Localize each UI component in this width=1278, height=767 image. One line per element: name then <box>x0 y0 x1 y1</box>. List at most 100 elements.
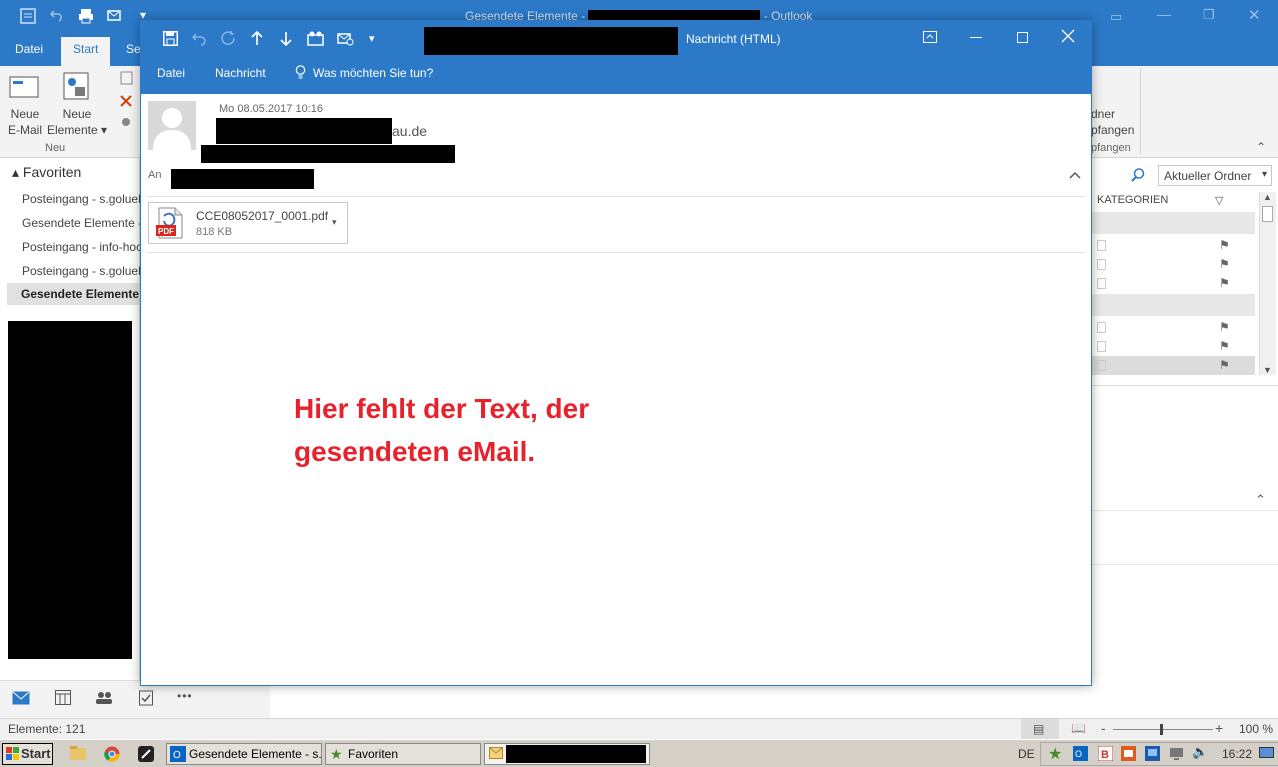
outlook-app-icon[interactable] <box>20 8 36 24</box>
favorite-item-selected[interactable]: Gesendete Elemente <box>7 283 140 305</box>
tab-datei[interactable]: Datei <box>157 66 185 80</box>
close-icon[interactable] <box>1061 29 1075 43</box>
tasks-icon[interactable] <box>139 689 153 706</box>
category-box[interactable] <box>1097 278 1106 289</box>
annotation-note: Hier fehlt der Text, der gesendeten eMai… <box>294 387 674 473</box>
tray-b-icon[interactable]: B <box>1098 746 1113 761</box>
next-item-icon[interactable] <box>279 31 293 46</box>
clock[interactable]: 16:22 <box>1222 747 1252 761</box>
show-desktop-icon[interactable] <box>1259 746 1274 761</box>
ignore-icon[interactable] <box>118 70 136 130</box>
category-box[interactable] <box>1097 360 1106 371</box>
app-icon[interactable] <box>138 746 154 762</box>
restore-icon[interactable]: ❐ <box>1203 7 1215 23</box>
selected-row[interactable] <box>1091 356 1255 375</box>
undo-icon[interactable] <box>50 8 64 22</box>
save-icon[interactable] <box>163 31 178 46</box>
attachment-divider <box>147 252 1085 253</box>
zoom-slider-track[interactable] <box>1113 729 1213 730</box>
send-receive-icon[interactable] <box>337 31 354 46</box>
search-icon[interactable] <box>1131 168 1145 182</box>
favorite-item[interactable]: Gesendete Elemente - <box>22 216 140 230</box>
new-email-button[interactable]: Neue E-Mail <box>4 106 46 138</box>
people-icon[interactable] <box>95 690 113 705</box>
annotation-line-1: Hier fehlt der Text, der <box>294 393 590 424</box>
new-items-button[interactable]: Neue Elemente ▾ <box>46 106 108 138</box>
column-header-categories[interactable]: KATEGORIEN <box>1097 194 1168 206</box>
print-icon[interactable] <box>78 8 94 24</box>
tell-me-box[interactable]: Was möchten Sie tun? <box>295 65 433 80</box>
filter-icon[interactable]: ▽ <box>1215 194 1223 207</box>
undo-icon[interactable] <box>192 31 207 46</box>
category-box[interactable] <box>1097 259 1106 270</box>
favorite-item[interactable]: Posteingang - s.goluek <box>22 264 140 278</box>
send-receive-icon[interactable] <box>107 8 123 24</box>
search-scope-dropdown[interactable]: Aktueller Ordner ▾ <box>1158 165 1272 186</box>
collapse-ribbon-icon[interactable]: ⌃ <box>1256 140 1266 154</box>
new-email-icon[interactable] <box>9 74 39 100</box>
collapse-header-icon[interactable] <box>1069 171 1081 179</box>
zoom-slider-thumb[interactable] <box>1160 724 1163 735</box>
category-box[interactable] <box>1097 322 1106 333</box>
favorite-item[interactable]: Posteingang - s.goluek <box>22 192 140 206</box>
tab-start[interactable]: Start <box>61 37 111 66</box>
close-icon[interactable]: ✕ <box>1248 6 1261 24</box>
zoom-out-button[interactable]: - <box>1101 720 1106 736</box>
taskbar-item-outlook[interactable]: O Gesendete Elemente - s.... <box>166 743 322 765</box>
more-icon[interactable]: ••• <box>177 689 193 703</box>
list-scrollbar[interactable]: ▲ ▼ <box>1259 192 1276 375</box>
language-indicator[interactable]: DE <box>1018 747 1035 761</box>
taskbar-item-message[interactable] <box>484 743 650 765</box>
rules-icon[interactable] <box>307 31 324 46</box>
redacted-subject <box>424 27 678 55</box>
flag-icon[interactable]: ⚑ <box>1219 358 1230 372</box>
flag-icon[interactable]: ⚑ <box>1219 276 1230 290</box>
zoom-in-button[interactable]: + <box>1215 720 1223 736</box>
explorer-icon[interactable] <box>70 746 86 760</box>
chrome-icon[interactable] <box>104 746 120 762</box>
attachment-card[interactable]: PDF CCE08052017_0001.pdf 818 KB ▾ <box>148 202 348 244</box>
minimize-icon[interactable] <box>970 37 982 38</box>
tab-senden[interactable]: Se <box>126 42 141 56</box>
tray-outlook-icon[interactable]: O <box>1073 746 1088 761</box>
category-box[interactable] <box>1097 240 1106 251</box>
zoom-level[interactable]: 100 % <box>1239 722 1273 736</box>
start-button[interactable]: Start <box>2 743 53 765</box>
tray-monitor-icon[interactable] <box>1169 746 1184 761</box>
collapse-icon[interactable]: ⌃ <box>1255 492 1266 508</box>
scrollbar-thumb[interactable] <box>1262 206 1273 222</box>
outlook-icon: O <box>170 746 186 762</box>
tray-app-icon[interactable] <box>1121 746 1136 761</box>
tray-network-icon[interactable] <box>1145 746 1160 761</box>
ribbon-display-options-icon[interactable] <box>923 31 937 43</box>
taskbar-item-favoriten[interactable]: ★ Favoriten <box>325 743 481 765</box>
customize-toolbar-icon[interactable]: ▾ <box>369 32 375 45</box>
favorite-item[interactable]: Posteingang - info-hoc <box>22 240 140 254</box>
minimize-icon[interactable]: — <box>1157 6 1171 22</box>
sender-address[interactable]: au.de <box>392 123 427 139</box>
tab-nachricht[interactable]: Nachricht <box>215 66 266 80</box>
envelope-icon <box>489 747 503 759</box>
flag-icon[interactable]: ⚑ <box>1219 339 1230 353</box>
tray-star-icon[interactable]: ★ <box>1048 744 1062 764</box>
redo-icon[interactable] <box>221 31 236 46</box>
volume-icon[interactable]: 🔈 <box>1192 744 1208 760</box>
calendar-icon[interactable] <box>55 690 71 705</box>
new-items-icon[interactable] <box>60 72 92 102</box>
scroll-down-icon[interactable]: ▼ <box>1263 365 1272 375</box>
scroll-up-icon[interactable]: ▲ <box>1263 192 1272 202</box>
category-box[interactable] <box>1097 341 1106 352</box>
to-label: An <box>148 169 162 181</box>
previous-item-icon[interactable] <box>250 31 264 46</box>
mail-icon[interactable] <box>12 691 30 705</box>
maximize-icon[interactable] <box>1017 32 1028 43</box>
flag-icon[interactable]: ⚑ <box>1219 320 1230 334</box>
reading-view-icon[interactable]: 📖 <box>1071 721 1086 735</box>
ribbon-display-options-icon[interactable]: ▭ <box>1110 9 1122 25</box>
attachment-menu-icon[interactable]: ▾ <box>332 217 337 228</box>
favorites-header[interactable]: ▴ Favoriten <box>12 164 81 181</box>
message-title-bar: ▾ Nachricht (HTML) <box>141 21 1091 58</box>
flag-icon[interactable]: ⚑ <box>1219 257 1230 271</box>
tab-datei[interactable]: Datei <box>15 42 43 56</box>
flag-icon[interactable]: ⚑ <box>1219 238 1230 252</box>
